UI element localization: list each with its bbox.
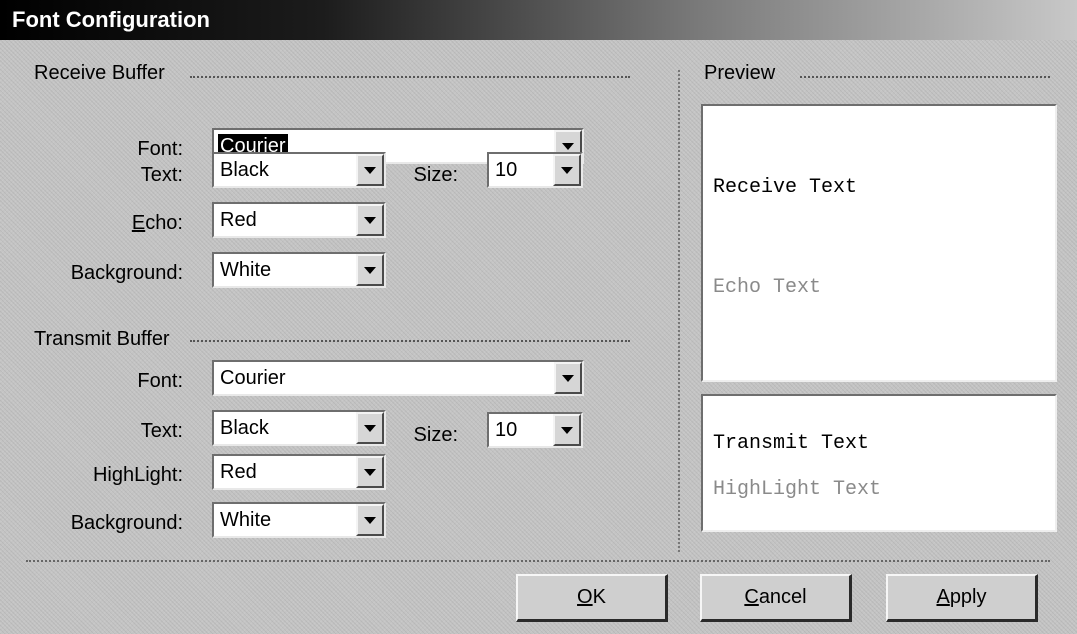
transmit-text-color-value: Black <box>220 417 269 439</box>
window-title: Font Configuration <box>12 7 210 32</box>
receive-size-select[interactable]: 10 <box>487 152 583 188</box>
receive-size-value: 10 <box>495 159 518 181</box>
receive-echo-color-value: Red <box>220 209 257 231</box>
transmit-font-label: Font: <box>137 370 183 392</box>
chevron-down-icon <box>562 143 574 150</box>
preview-separator <box>800 76 1050 78</box>
transmit-size-dropdown-button[interactable] <box>553 414 581 446</box>
apply-label-rest: pply <box>949 586 987 608</box>
receive-background-color-dropdown-button[interactable] <box>356 254 384 286</box>
transmit-highlight-color-value: Red <box>220 461 257 483</box>
chevron-down-icon <box>561 427 573 434</box>
transmit-text-label: Text: <box>140 420 183 442</box>
receive-text-label: Text: <box>140 164 183 186</box>
ok-label-rest: K <box>592 586 606 608</box>
transmit-preview-box: Transmit Text HighLight Text <box>701 394 1057 532</box>
transmit-size-select[interactable]: 10 <box>487 412 583 448</box>
transmit-size-label: Size: <box>413 424 458 446</box>
receive-preview-text: Receive Text <box>713 176 858 199</box>
receive-background-label: Background: <box>70 262 183 284</box>
chevron-down-icon <box>364 217 376 224</box>
echo-preview-text: Echo Text <box>713 276 822 299</box>
transmit-highlight-label: HighLight: <box>92 464 183 486</box>
chevron-down-icon <box>364 517 376 524</box>
transmit-highlight-color-dropdown-button[interactable] <box>356 456 384 488</box>
transmit-highlight-color-select[interactable]: Red <box>212 454 386 490</box>
apply-mnemonic: A <box>936 586 950 608</box>
transmit-buffer-separator <box>190 340 630 342</box>
button-row-separator <box>26 560 1050 562</box>
transmit-background-color-value: White <box>220 509 272 531</box>
transmit-size-value: 10 <box>495 419 518 441</box>
ok-button[interactable]: OK <box>516 574 668 622</box>
receive-font-label: Font: <box>137 138 183 160</box>
transmit-background-color-select[interactable]: White <box>212 502 386 538</box>
echo-label-rest: cho: <box>145 212 183 234</box>
chevron-down-icon <box>364 469 376 476</box>
chevron-down-icon <box>561 167 573 174</box>
transmit-background-label: Background: <box>70 512 183 534</box>
receive-echo-color-select[interactable]: Red <box>212 202 386 238</box>
receive-echo-label: Echo: <box>23 212 183 235</box>
title-bar[interactable]: Font Configuration <box>0 0 1077 40</box>
receive-size-label: Size: <box>413 164 458 186</box>
vertical-divider <box>678 70 680 552</box>
transmit-font-select[interactable]: Courier <box>212 360 584 396</box>
transmit-background-color-dropdown-button[interactable] <box>356 504 384 536</box>
receive-background-color-value: White <box>220 259 272 281</box>
cancel-button[interactable]: Cancel <box>700 574 852 622</box>
receive-echo-color-dropdown-button[interactable] <box>356 204 384 236</box>
apply-button[interactable]: Apply <box>886 574 1038 622</box>
font-configuration-dialog: Font Configuration Receive Buffer Font: … <box>0 0 1077 634</box>
transmit-font-dropdown-button[interactable] <box>554 362 582 394</box>
preview-group-label: Preview <box>704 62 776 84</box>
chevron-down-icon <box>364 267 376 274</box>
transmit-font-value: Courier <box>220 367 286 389</box>
echo-mnemonic: E <box>131 212 146 234</box>
receive-background-color-select[interactable]: White <box>212 252 386 288</box>
receive-buffer-separator <box>190 76 630 78</box>
highlight-preview-text: HighLight Text <box>713 478 882 501</box>
transmit-preview-text: Transmit Text <box>713 432 870 455</box>
transmit-buffer-group-label: Transmit Buffer <box>34 328 170 350</box>
receive-size-dropdown-button[interactable] <box>553 154 581 186</box>
receive-preview-box: Receive Text Echo Text <box>701 104 1057 382</box>
receive-text-color-value: Black <box>220 159 269 181</box>
cancel-mnemonic: C <box>744 586 759 608</box>
receive-buffer-group-label: Receive Buffer <box>34 62 165 84</box>
cancel-label-rest: ancel <box>758 586 807 608</box>
ok-mnemonic: O <box>577 586 593 608</box>
chevron-down-icon <box>562 375 574 382</box>
